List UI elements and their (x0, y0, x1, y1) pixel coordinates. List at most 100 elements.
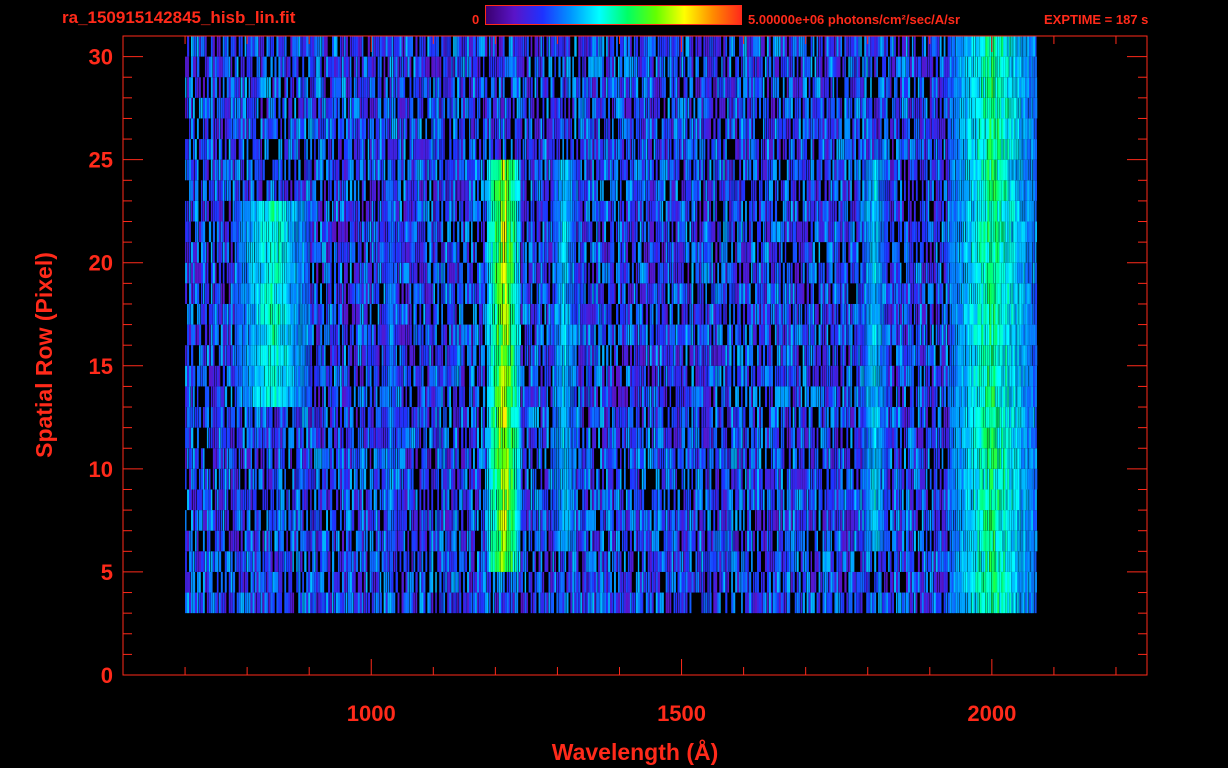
heat-cell (929, 427, 932, 449)
heat-cell (606, 365, 608, 387)
heat-cell (592, 510, 595, 531)
heat-cell (272, 427, 274, 449)
heat-cell (957, 530, 960, 552)
heat-cell (393, 592, 396, 614)
heat-cell (218, 510, 221, 531)
heat-cell (232, 571, 236, 593)
heat-cell (520, 592, 523, 614)
heat-cell (361, 468, 364, 490)
heat-cell (794, 365, 797, 387)
heat-cell (556, 468, 559, 490)
heat-cell (880, 345, 883, 366)
heat-cell (975, 510, 978, 531)
heat-cell (886, 448, 888, 469)
heat-cell (747, 551, 749, 572)
heat-cell (242, 324, 245, 346)
heat-cell (848, 489, 851, 511)
heat-cell (300, 324, 302, 346)
heat-cell (1031, 530, 1034, 552)
heat-cell (798, 448, 801, 469)
heat-cell (925, 510, 928, 531)
heat-cell (361, 407, 364, 428)
heat-cell (389, 468, 392, 490)
heat-cell (703, 365, 706, 387)
heat-cell (1017, 365, 1020, 387)
heat-cell (566, 345, 568, 366)
heat-cell (316, 365, 318, 387)
heat-cell (933, 345, 936, 366)
heat-cell (274, 571, 277, 593)
heat-cell (659, 510, 662, 531)
heat-cell (500, 571, 503, 593)
heat-cell (757, 448, 759, 469)
heat-cell (1015, 510, 1017, 531)
heat-cell (1031, 468, 1033, 490)
heat-cell (1009, 386, 1011, 408)
heat-cell (802, 427, 805, 449)
heat-cell (1023, 551, 1026, 572)
heat-cell (707, 489, 709, 511)
heat-cell (437, 551, 440, 572)
heat-cell (832, 510, 835, 531)
heat-cell (560, 365, 562, 387)
heat-cell (965, 530, 968, 552)
heat-cell (697, 571, 700, 593)
heat-cell (433, 324, 436, 346)
heat-cell (357, 530, 360, 552)
heat-cell (208, 427, 211, 449)
heat-cell (774, 592, 777, 614)
heat-cell (584, 592, 586, 614)
heat-cell (272, 324, 274, 346)
heat-cell (679, 592, 682, 614)
heat-cell (284, 468, 286, 490)
heat-cell (707, 571, 709, 593)
heat-cell (431, 468, 433, 490)
heat-cell (266, 345, 269, 366)
heat-cell (846, 551, 848, 572)
heat-cell (653, 530, 656, 552)
heat-cell (987, 530, 990, 552)
heat-cell (447, 551, 449, 572)
heat-cell (868, 365, 871, 387)
heat-cell (721, 510, 724, 531)
heat-cell (391, 468, 394, 490)
heat-cell (210, 386, 213, 408)
heat-cell (355, 365, 358, 387)
heat-cell (959, 551, 962, 572)
heat-cell (778, 489, 781, 511)
heat-cell (240, 489, 243, 511)
heat-cell (486, 592, 489, 614)
heat-cell (764, 365, 767, 387)
heat-cell (292, 365, 294, 387)
heat-cell (655, 427, 658, 449)
heat-cell (471, 407, 474, 428)
heat-cell (989, 489, 992, 511)
heat-cell (290, 345, 293, 366)
heat-cell (1001, 427, 1004, 449)
heat-cell (556, 489, 559, 511)
heat-cell (623, 571, 626, 593)
heat-cell (232, 365, 235, 387)
heat-cell (582, 386, 585, 408)
heat-cell (520, 386, 523, 408)
heat-cell (596, 407, 599, 428)
heat-cell (580, 510, 582, 531)
heat-cell (834, 407, 837, 428)
heat-cell (1021, 407, 1024, 428)
heat-cell (504, 386, 507, 408)
heat-cell (230, 365, 233, 387)
heat-cell (455, 489, 458, 511)
heat-cell (381, 489, 384, 511)
heat-cell (574, 530, 576, 552)
heat-cell (931, 551, 934, 572)
heat-cell (981, 510, 984, 531)
heat-cell (723, 489, 726, 511)
heat-cell (451, 551, 453, 572)
heat-cell (258, 592, 261, 614)
heat-cell (606, 510, 608, 531)
heat-cell (494, 324, 497, 346)
heat-cell (520, 407, 523, 428)
heat-cell (1021, 386, 1023, 408)
heat-cell (270, 386, 273, 408)
heat-cell (997, 489, 999, 511)
